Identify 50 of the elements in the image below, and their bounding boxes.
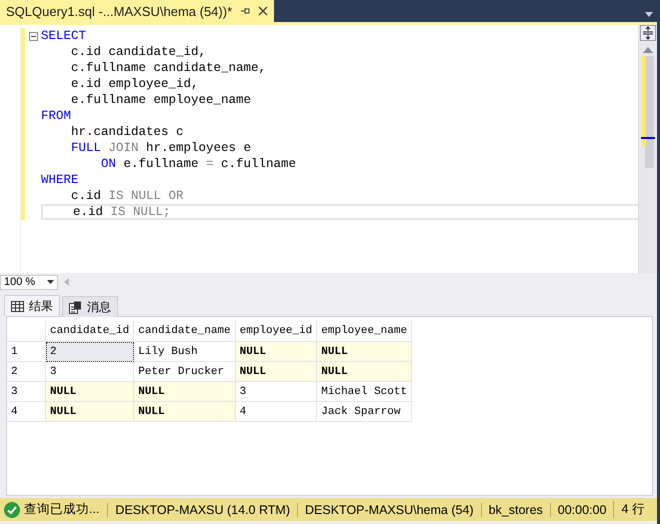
row-count: 4 行 xyxy=(613,501,652,518)
close-icon[interactable] xyxy=(258,6,268,16)
table-cell: NULL xyxy=(235,342,317,362)
code-line: hr.candidates c xyxy=(70,124,185,140)
table-cell: Peter Drucker xyxy=(134,362,236,382)
code-line: c.id candidate_id, xyxy=(70,44,208,60)
server-name: DESKTOP-MAXSU (14.0 RTM) xyxy=(107,502,297,516)
code-line: SELECT xyxy=(41,28,88,44)
table-cell: NULL xyxy=(134,382,236,402)
dropdown-icon[interactable] xyxy=(645,12,653,17)
document-tab-title: SQLQuery1.sql -...MAXSU\hema (54))* xyxy=(6,4,232,18)
table-cell: NULL xyxy=(134,402,236,422)
code-line: c.id IS NULL OR xyxy=(70,188,185,204)
collapse-icon[interactable] xyxy=(28,32,38,40)
table-cell: 4 xyxy=(235,402,317,422)
code-line: c.fullname candidate_name, xyxy=(70,60,268,76)
code-line: e.id IS NULL; xyxy=(41,204,638,220)
table-cell: Lily Bush xyxy=(134,342,236,362)
table-cell: Jack Sparrow xyxy=(316,402,412,422)
caret-icon xyxy=(47,280,54,284)
table-cell: NULL xyxy=(316,342,412,362)
user-name: DESKTOP-MAXSU\hema (54) xyxy=(297,502,481,516)
code-line: e.id employee_id, xyxy=(70,76,200,92)
code-line: e.fullname employee_name xyxy=(70,92,252,108)
success-check-icon xyxy=(4,502,20,518)
database-name: bk_stores xyxy=(480,502,550,516)
status-message: 查询已成功... xyxy=(24,501,100,518)
pin-icon[interactable] xyxy=(240,6,250,16)
table-cell: 3 xyxy=(235,382,317,402)
code-line: FROM xyxy=(41,108,72,124)
result-tab[interactable]: 消息 xyxy=(62,296,118,317)
table-cell: Michael Scott xyxy=(316,382,412,402)
code-line: WHERE xyxy=(41,172,80,188)
table-cell: NULL xyxy=(46,382,134,402)
table-cell: NULL xyxy=(235,362,317,382)
code-line: ON e.fullname = c.fullname xyxy=(100,156,298,172)
result-tab[interactable]: 结果 xyxy=(4,295,60,316)
table-cell: 2 xyxy=(46,342,134,362)
grid-icon xyxy=(11,300,24,312)
scrollbar-track[interactable] xyxy=(641,56,655,168)
table-cell: 3 xyxy=(46,362,134,382)
elapsed-time: 00:00:00 xyxy=(550,502,614,516)
zoom-dropdown[interactable]: 100 % xyxy=(0,274,58,290)
split-icon[interactable] xyxy=(640,25,656,41)
table-cell: NULL xyxy=(46,402,134,422)
document-tab[interactable]: SQLQuery1.sql -...MAXSU\hema (54))* xyxy=(0,0,274,22)
code-line: FULL JOIN hr.employees e xyxy=(70,140,252,156)
table-cell: NULL xyxy=(316,362,412,382)
scroll-up-icon[interactable] xyxy=(643,47,653,53)
document-icon xyxy=(69,300,82,314)
